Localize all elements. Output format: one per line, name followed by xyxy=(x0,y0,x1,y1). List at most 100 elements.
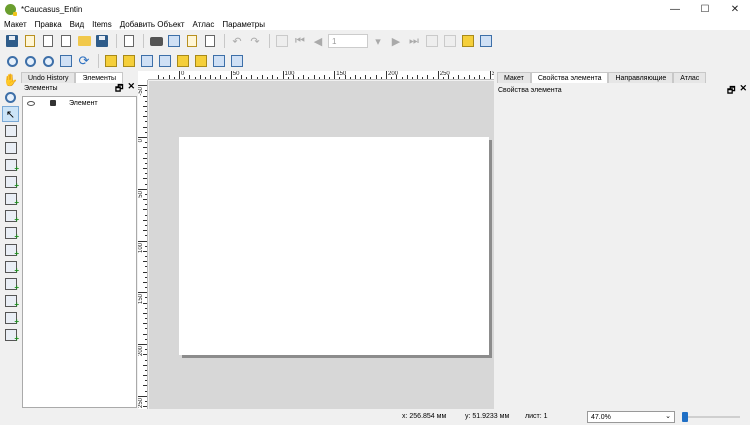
ruler-tick xyxy=(143,261,147,263)
redo-button[interactable]: ↷ xyxy=(247,33,263,49)
open-template-button[interactable] xyxy=(76,33,92,49)
add-picture-tool[interactable]: + xyxy=(2,191,19,207)
layout-page[interactable] xyxy=(179,137,489,355)
ruler-label: 50 xyxy=(138,190,144,198)
new-layout-button[interactable] xyxy=(22,33,38,49)
add-legend-tool[interactable]: + xyxy=(2,225,19,241)
zoom-out-button[interactable] xyxy=(22,53,38,69)
ruler-tick xyxy=(323,75,325,79)
ruler-tick xyxy=(210,75,212,79)
export-svg-button[interactable] xyxy=(184,33,200,49)
atlas-last-button[interactable]: ⏭ xyxy=(406,33,422,49)
zoom-in-button[interactable] xyxy=(4,53,20,69)
ungroup-items-button[interactable] xyxy=(157,53,173,69)
lower-items-button[interactable] xyxy=(121,53,137,69)
save-template-button[interactable] xyxy=(94,33,110,49)
minimize-button[interactable]: — xyxy=(660,0,690,18)
pan-tool[interactable]: ✋ xyxy=(2,72,19,88)
float-dock-button[interactable]: 🗗 xyxy=(115,81,123,97)
qgis-logo-icon xyxy=(5,3,17,16)
maximize-button[interactable]: ☐ xyxy=(690,0,720,18)
ruler-label: 200 xyxy=(388,71,399,77)
ruler-tick xyxy=(143,147,147,149)
add-html-tool[interactable]: + xyxy=(2,310,19,326)
close-dock-button[interactable]: ✕ xyxy=(127,81,135,97)
tab-atlas[interactable]: Атлас xyxy=(673,72,707,83)
add-arrow-tool[interactable]: + xyxy=(2,276,19,292)
add-shape-tool[interactable]: + xyxy=(2,259,19,275)
ruler-label: -50 xyxy=(138,87,144,96)
add-table-tool[interactable]: + xyxy=(2,327,19,343)
zoom-actual-button[interactable] xyxy=(40,53,56,69)
tab-item-properties[interactable]: Свойства элемента xyxy=(530,72,609,83)
cursor-x-readout: x: 256.854 мм xyxy=(402,413,447,420)
ruler-tick xyxy=(145,204,147,206)
menu-add-item[interactable]: Добавить Объект xyxy=(116,20,189,29)
menu-edit[interactable]: Правка xyxy=(31,20,66,29)
ruler-tick xyxy=(145,338,147,340)
export-image-button[interactable] xyxy=(166,33,182,49)
ruler-tick xyxy=(349,77,351,79)
atlas-page-spinbox[interactable]: 1 xyxy=(328,34,368,48)
ruler-tick xyxy=(145,162,147,164)
atlas-next-button[interactable]: ▶ xyxy=(388,33,404,49)
save-project-button[interactable] xyxy=(4,33,20,49)
zoom-full-button[interactable] xyxy=(58,53,74,69)
add-map-tool[interactable]: + xyxy=(2,174,19,190)
atlas-settings-button[interactable] xyxy=(460,33,476,49)
atlas-export-button[interactable] xyxy=(442,33,458,49)
zoom-combobox[interactable]: 47.0% ⌄ xyxy=(587,411,675,423)
distribute-button[interactable] xyxy=(211,53,227,69)
align-bottom-button[interactable] xyxy=(193,53,209,69)
atlas-page-dropdown[interactable]: ▾ xyxy=(370,33,386,49)
zoom-slider-handle[interactable] xyxy=(682,412,688,422)
add-polyline-tool[interactable]: + xyxy=(2,293,19,309)
ruler-tick xyxy=(251,75,253,79)
layout-manager-button[interactable] xyxy=(58,33,74,49)
print-button[interactable] xyxy=(148,33,164,49)
raise-items-button[interactable] xyxy=(103,53,119,69)
zoom-slider-track[interactable] xyxy=(682,416,740,418)
ruler-tick xyxy=(391,77,393,79)
atlas-first-button[interactable]: ⏮ xyxy=(292,33,308,49)
ruler-tick xyxy=(225,77,227,79)
tab-guides[interactable]: Направляющие xyxy=(608,72,674,83)
edit-nodes-tool[interactable] xyxy=(2,140,19,156)
add-scalebar-tool[interactable]: + xyxy=(2,242,19,258)
ruler-tick xyxy=(442,77,444,79)
menu-layout[interactable]: Макет xyxy=(0,20,31,29)
atlas-print-button[interactable] xyxy=(424,33,440,49)
duplicate-layout-button[interactable] xyxy=(40,33,56,49)
zoom-tool[interactable] xyxy=(2,89,19,105)
atlas-zoom-button[interactable] xyxy=(478,33,494,49)
refresh-icon: ⟳ xyxy=(78,53,90,68)
close-window-button[interactable]: ✕ xyxy=(720,0,750,18)
cursor-icon: ↖ xyxy=(5,108,16,121)
ruler-tick xyxy=(145,318,147,320)
undo-button[interactable]: ↶ xyxy=(229,33,245,49)
ruler-tick xyxy=(261,75,263,79)
items-list[interactable]: Элемент xyxy=(22,96,137,408)
atlas-prev-button[interactable]: ◀ xyxy=(310,33,326,49)
move-content-tool[interactable] xyxy=(2,123,19,139)
menu-settings[interactable]: Параметры xyxy=(218,20,269,29)
atlas-preview-button[interactable] xyxy=(274,33,290,49)
refresh-button[interactable]: ⟳ xyxy=(76,53,92,69)
menu-items[interactable]: Items xyxy=(88,20,116,29)
select-tool[interactable]: ↖ xyxy=(2,106,19,122)
menu-view[interactable]: Вид xyxy=(66,20,88,29)
add-page-tool[interactable]: + xyxy=(2,157,19,173)
tab-layout[interactable]: Макет xyxy=(497,72,531,83)
menu-atlas[interactable]: Атлас xyxy=(189,20,219,29)
ruler-tick xyxy=(143,105,147,107)
group-items-button[interactable] xyxy=(139,53,155,69)
page-setup-button[interactable] xyxy=(121,33,137,49)
add-label-tool[interactable]: + xyxy=(2,208,19,224)
ruler-tick xyxy=(143,168,147,170)
resize-button[interactable] xyxy=(229,53,245,69)
ruler-tick xyxy=(143,95,147,97)
align-left-button[interactable] xyxy=(175,53,191,69)
export-pdf-button[interactable] xyxy=(202,33,218,49)
tab-undo-history[interactable]: Undo History xyxy=(21,72,76,83)
layout-canvas[interactable] xyxy=(149,81,494,409)
